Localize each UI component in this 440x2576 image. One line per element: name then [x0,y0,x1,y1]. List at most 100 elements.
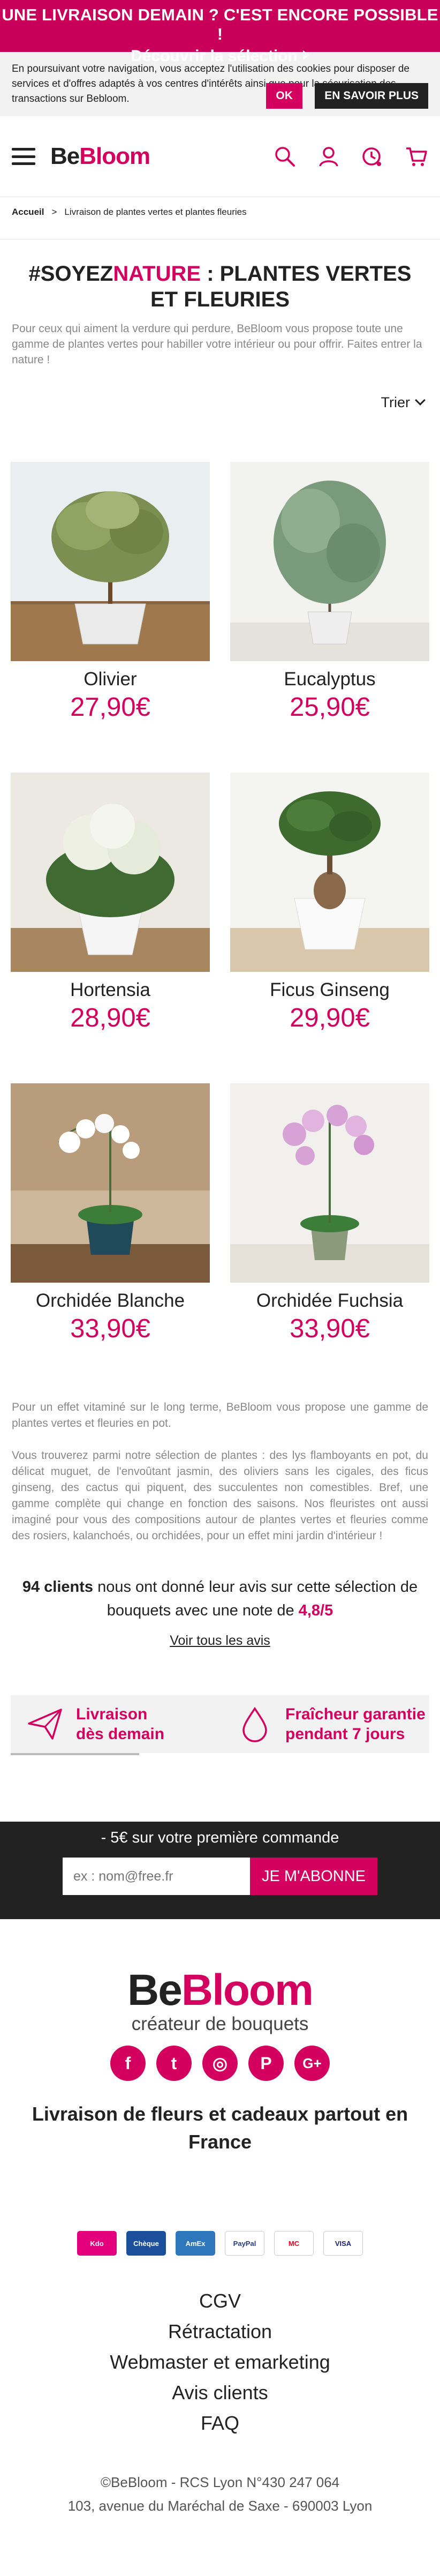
logo[interactable]: BeBloom [50,143,150,170]
description: Pour un effet vitaminé sur le long terme… [0,1399,440,1544]
product-image-orchidee-fuchsia[interactable] [230,1083,429,1283]
product-price: 29,90€ [290,1004,370,1032]
facebook-icon[interactable]: f [110,2046,146,2081]
logo-part2: Bloom [79,143,150,169]
legal-info: ©BeBloom - RCS Lyon N°430 247 064 103, a… [0,2470,440,2518]
title-accent: NATURE [113,262,201,286]
description-paragraph: Vous trouverez parmi notre sélection de … [12,1449,428,1542]
google-plus-icon[interactable]: G+ [294,2046,330,2081]
instagram-icon[interactable]: ◎ [202,2046,238,2081]
reviews-count: 94 clients [22,1578,94,1596]
visa-icon: VISA [323,2231,363,2256]
product-card[interactable]: Eucalyptus 25,90€ [230,462,429,773]
product-name[interactable]: Olivier [11,669,210,690]
guarantee-delivery-line1: Livraison [76,1705,148,1723]
product-image-orchidee-blanche[interactable] [11,1083,210,1283]
logo-part1: Be [50,143,80,169]
description-paragraph: Pour un effet vitaminé sur le long terme… [12,1401,428,1429]
breadcrumb-current: Livraison de plantes vertes et plantes f… [64,207,247,217]
mastercard-icon: MC [274,2231,314,2256]
paper-plane-icon [28,1709,62,1740]
product-price: 33,90€ [70,1314,150,1343]
pinterest-icon[interactable]: P [248,2046,284,2081]
breadcrumb: Accueil > Livraison de plantes vertes et p… [0,197,440,239]
footer: BeBloom créateur de bouquets f t ◎ P G+ … [0,1919,440,2518]
guarantee-delivery: Livraison dès demain [11,1704,220,1744]
cheque-icon: Chèque [126,2231,166,2256]
breadcrumb-home[interactable]: Accueil [12,207,44,217]
cookie-more-button[interactable]: EN SAVOIR PLUS [315,83,428,109]
reviews-text: nous ont donné leur avis sur cette sélec… [93,1578,418,1619]
triangle-right-icon [302,50,309,60]
water-drop-icon [242,1706,267,1742]
guarantee-fresh-line1: Fraîcheur garantie [285,1705,426,1723]
email-field[interactable] [62,1858,250,1895]
footer-title: Livraison de fleurs et cadeaux partout e… [32,2103,408,2153]
product-name[interactable]: Ficus Ginseng [230,979,429,1001]
user-icon[interactable] [317,145,340,168]
twitter-icon[interactable]: t [156,2046,192,2081]
cookie-bar: En poursuivant votre navigation, vous ac… [0,52,440,116]
product-name[interactable]: Orchidée Fuchsia [230,1290,429,1312]
product-image-ficus-ginseng[interactable] [230,773,429,972]
intro-text: Pour ceux qui aiment la verdure qui perd… [12,323,422,366]
reviews-summary: 94 clients nous ont donné leur avis sur … [0,1560,440,1652]
product-price: 25,90€ [290,693,370,722]
footer-links: CGV Rétractation Webmaster et emarketing… [0,2286,440,2438]
site-header: BeBloom [0,116,440,197]
sort-dropdown[interactable]: Trier [0,368,440,411]
footer-logo[interactable]: BeBloom [0,1968,440,2012]
promo-text: UNE LIVRAISON DEMAIN ? C'EST ENCORE POSS… [2,5,438,43]
social-links: f t ◎ P G+ [0,2046,440,2081]
subscribe-button[interactable]: JE M'ABONNE [249,1858,378,1895]
payment-methods: Kdo Chèque AmEx PayPal MC VISA [0,2231,440,2256]
paypal-icon: PayPal [225,2231,264,2256]
footer-link-faq[interactable]: FAQ [0,2408,440,2438]
product-card[interactable]: Orchidée Blanche 33,90€ [11,1083,210,1394]
product-card[interactable]: Hortensia 28,90€ [11,773,210,1083]
footer-link-retractation[interactable]: Rétractation [0,2316,440,2347]
footer-link-cgv[interactable]: CGV [0,2286,440,2316]
chevron-down-icon [415,395,426,406]
cookie-ok-button[interactable]: OK [266,83,302,109]
footer-tagline: créateur de bouquets [131,2013,309,2034]
guarantee-freshness: Fraîcheur garantie pendant 7 jours [220,1704,429,1744]
product-card[interactable]: Orchidée Fuchsia 33,90€ [230,1083,429,1394]
product-card[interactable]: Olivier 27,90€ [11,462,210,773]
product-name[interactable]: Eucalyptus [230,669,429,690]
product-image-olivier[interactable] [11,462,210,661]
delivery-icon[interactable] [361,145,384,168]
reviews-note: 4,8/5 [298,1602,333,1619]
guarantee-fresh-line2: pendant 7 jours [285,1725,405,1743]
search-icon[interactable] [273,145,297,168]
footer-logo-part2: Bloom [181,1966,314,2015]
legal-line: ©BeBloom - RCS Lyon N°430 247 064 [100,2474,340,2490]
product-grid: Olivier 27,90€ Eucalyptus 25,90€ Hortens… [0,411,440,1394]
title-hash: #SOYEZ [28,262,113,286]
product-price: 27,90€ [70,693,150,722]
product-name[interactable]: Hortensia [11,979,210,1001]
kdo-card-icon: Kdo [77,2231,117,2256]
product-image-hortensia[interactable] [11,773,210,972]
cart-icon[interactable] [405,145,428,168]
product-price: 33,90€ [290,1314,370,1343]
menu-icon[interactable] [12,148,35,165]
breadcrumb-separator: > [51,207,57,217]
footer-logo-part1: Be [127,1966,183,2015]
product-name[interactable]: Orchidée Blanche [11,1290,210,1312]
guarantee-delivery-line2: dès demain [76,1725,165,1743]
newsletter: - 5€ sur votre première commande JE M'AB… [0,1822,440,1919]
page-title: #SOYEZNATURE : PLANTES VERTES ET FLEURIE… [16,261,424,312]
promo-banner[interactable]: UNE LIVRAISON DEMAIN ? C'EST ENCORE POSS… [0,0,440,65]
sort-label: Trier [381,394,411,410]
all-reviews-link[interactable]: Voir tous les avis [170,1629,270,1652]
product-card[interactable]: Ficus Ginseng 29,90€ [230,773,429,1083]
footer-link-reviews[interactable]: Avis clients [0,2377,440,2408]
legal-line: 103, avenue du Maréchal de Saxe - 690003… [67,2498,373,2514]
newsletter-title: - 5€ sur votre première commande [101,1829,339,1846]
amex-icon: AmEx [176,2231,215,2256]
guarantees-bar: Livraison dès demain Fraîcheur garantie pe… [11,1695,429,1755]
product-image-eucalyptus[interactable] [230,462,429,661]
product-price: 28,90€ [70,1004,150,1032]
footer-link-webmaster[interactable]: Webmaster et emarketing [0,2347,440,2377]
